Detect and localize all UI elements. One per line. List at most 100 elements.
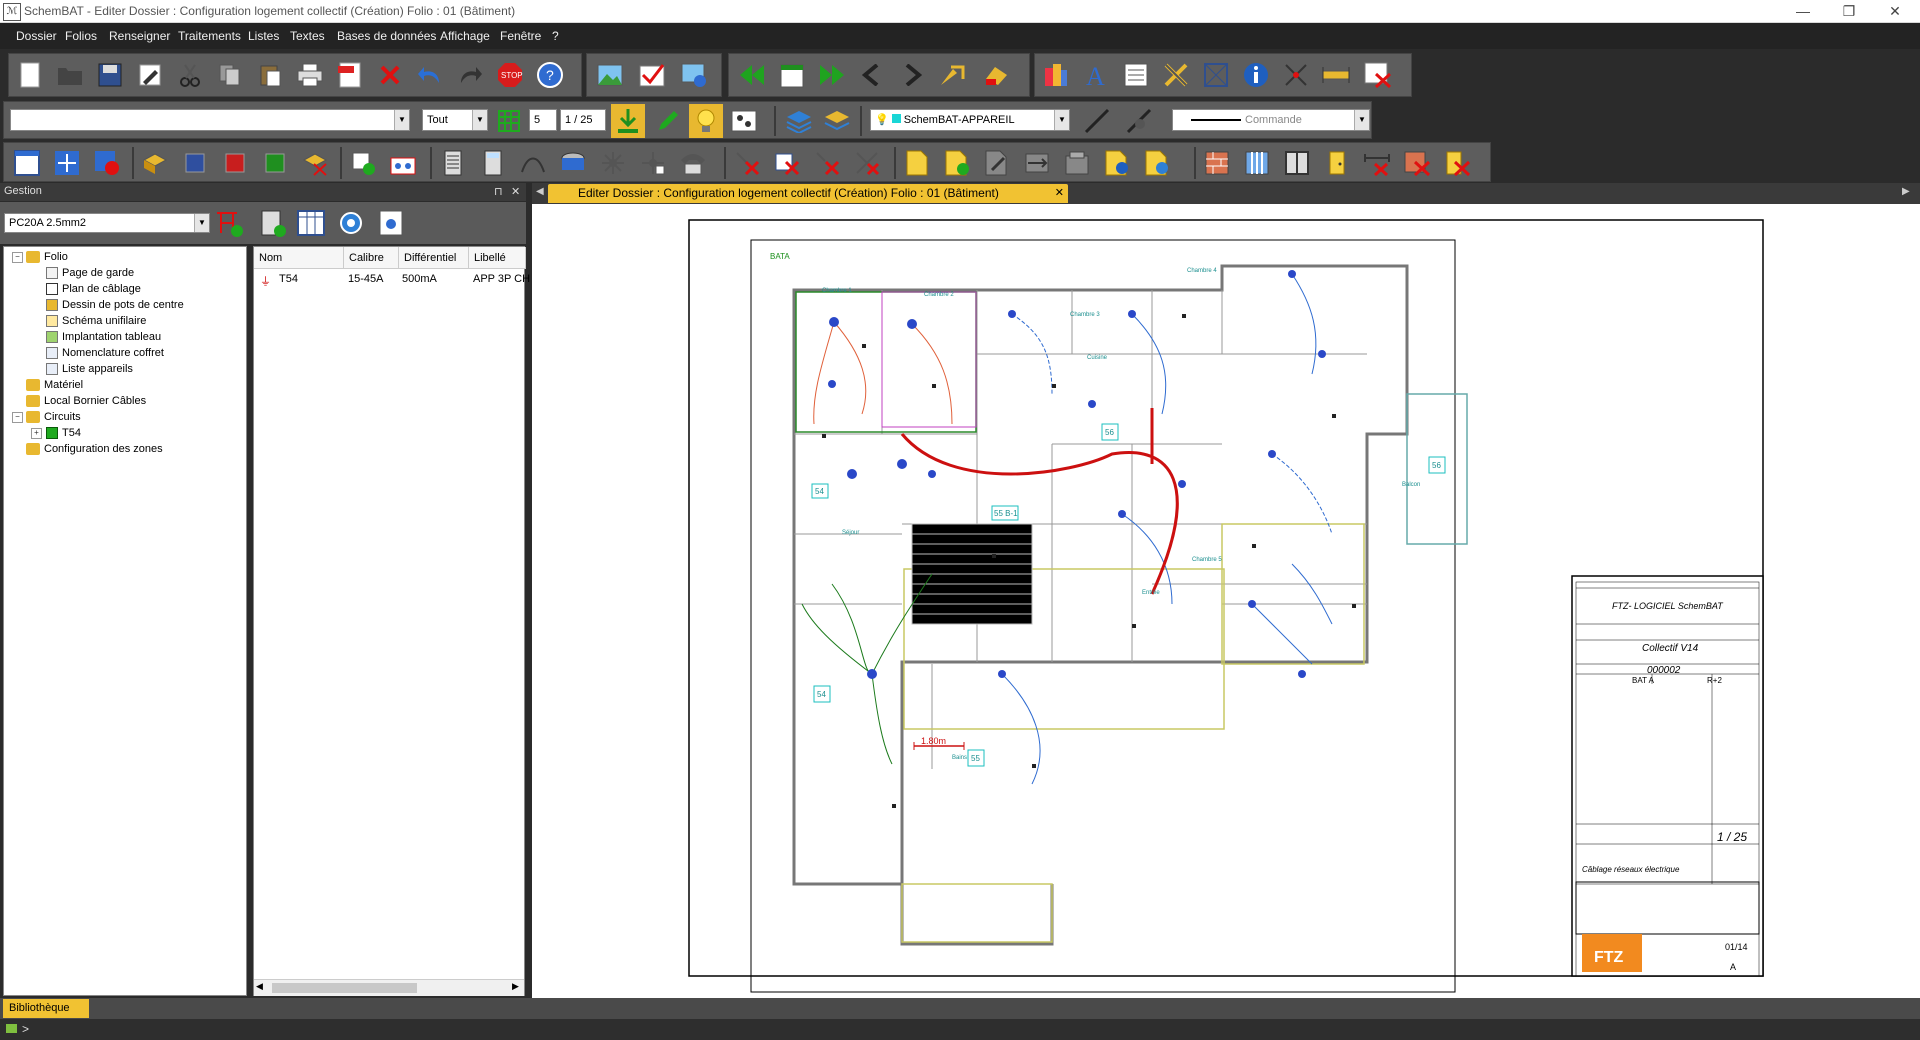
- next-icon[interactable]: [897, 60, 927, 90]
- command-line[interactable]: >: [0, 1019, 1920, 1040]
- text-icon[interactable]: A: [1081, 60, 1111, 90]
- layer-combo[interactable]: 💡 SchemBAT-APPAREIL ▼: [870, 109, 1070, 131]
- cube-green-icon[interactable]: [260, 148, 290, 178]
- add-calculator-icon[interactable]: [258, 208, 288, 238]
- close-button[interactable]: ✕: [1872, 0, 1918, 22]
- document-tab[interactable]: Editer Dossier : Configuration logement …: [548, 184, 1068, 203]
- box-delete-icon[interactable]: [300, 148, 330, 178]
- bulb-icon[interactable]: [689, 104, 723, 138]
- image-icon[interactable]: [595, 60, 625, 90]
- tree-item-plan-de-cablage[interactable]: Plan de câblage: [46, 281, 141, 297]
- property-combo[interactable]: ▼: [10, 109, 410, 131]
- menu-textes[interactable]: Textes: [290, 29, 325, 43]
- tree-collapse-folio[interactable]: −: [12, 252, 23, 263]
- calendar-page-icon[interactable]: [777, 60, 807, 90]
- edit-page-icon[interactable]: [982, 148, 1012, 178]
- cube-blue-icon[interactable]: [180, 148, 210, 178]
- phone-icon[interactable]: [678, 148, 708, 178]
- pencil-icon[interactable]: [653, 106, 683, 136]
- delete-x-icon[interactable]: [812, 148, 842, 178]
- line-icon[interactable]: [1082, 106, 1112, 136]
- window-icon[interactable]: [12, 148, 42, 178]
- paste-icon[interactable]: [255, 60, 285, 90]
- network-tool-icon[interactable]: [638, 148, 668, 178]
- goto-icon[interactable]: [937, 60, 967, 90]
- cross-tool-icon[interactable]: [1281, 60, 1311, 90]
- door-icon[interactable]: [1322, 148, 1352, 178]
- grid-icon[interactable]: [494, 106, 524, 136]
- menu-bases-de-donnees[interactable]: Bases de données: [337, 29, 436, 43]
- page-number-field[interactable]: 5: [529, 109, 557, 131]
- refresh-icon[interactable]: [92, 148, 122, 178]
- pdf-export-icon[interactable]: [335, 60, 365, 90]
- add-circuit-icon[interactable]: [214, 208, 244, 238]
- menu-listes[interactable]: Listes: [248, 29, 279, 43]
- line-style-icon[interactable]: [1124, 106, 1154, 136]
- delete-table-icon[interactable]: [1363, 60, 1393, 90]
- last-page-icon[interactable]: [817, 60, 847, 90]
- scroll-thumb[interactable]: [272, 983, 417, 993]
- minimize-button[interactable]: —: [1780, 0, 1826, 22]
- gears-icon[interactable]: [336, 208, 366, 238]
- tree-item-schema-unifilaire[interactable]: Schéma unifilaire: [46, 313, 146, 329]
- tab-scroll-right-icon[interactable]: ▶: [1902, 186, 1910, 197]
- first-page-icon[interactable]: [737, 60, 767, 90]
- page-settings-icon[interactable]: [1142, 148, 1172, 178]
- cube-red-icon[interactable]: [220, 148, 250, 178]
- horizontal-scrollbar[interactable]: ◀ ▶: [254, 979, 524, 996]
- cable-reel-icon[interactable]: [558, 148, 588, 178]
- delete-links-icon[interactable]: [732, 148, 762, 178]
- redo-icon[interactable]: [455, 60, 485, 90]
- wire-icon[interactable]: [518, 148, 548, 178]
- save-icon[interactable]: [95, 60, 125, 90]
- open-folder-icon[interactable]: [55, 60, 85, 90]
- layers-icon[interactable]: [784, 106, 814, 136]
- columns-icon[interactable]: [1242, 148, 1272, 178]
- window-frame-icon[interactable]: [1282, 148, 1312, 178]
- document-tab-close-button[interactable]: ✕: [1055, 184, 1064, 203]
- tree-item-page-de-garde[interactable]: Page de garde: [46, 265, 134, 281]
- measure-icon[interactable]: [1321, 60, 1351, 90]
- maximize-button[interactable]: ❐: [1826, 0, 1872, 22]
- tree-expand-t54[interactable]: +: [31, 428, 42, 439]
- circuit-add-icon[interactable]: [348, 148, 378, 178]
- menu-traitements[interactable]: Traitements: [178, 29, 241, 43]
- previous-icon[interactable]: [857, 60, 887, 90]
- check-icon[interactable]: [637, 60, 667, 90]
- calculator-icon[interactable]: [478, 148, 508, 178]
- dimension-delete-icon[interactable]: [1362, 148, 1392, 178]
- menu-renseigner[interactable]: Renseigner: [109, 29, 170, 43]
- menu-folios[interactable]: Folios: [65, 29, 97, 43]
- column-header-calibre[interactable]: Calibre: [344, 247, 399, 269]
- grid-select-icon[interactable]: [1201, 60, 1231, 90]
- info-icon[interactable]: [1241, 60, 1271, 90]
- page-move-icon[interactable]: [1022, 148, 1052, 178]
- tree-item-liste-appareils[interactable]: Liste appareils: [46, 361, 133, 377]
- column-header-differentiel[interactable]: Différentiel: [399, 247, 469, 269]
- tree-item-dessin-de-pots[interactable]: Dessin de pots de centre: [46, 297, 184, 313]
- wall-delete-icon[interactable]: [1402, 148, 1432, 178]
- box-icon[interactable]: [140, 148, 170, 178]
- tree-item-implantation-tableau[interactable]: Implantation tableau: [46, 329, 161, 345]
- column-header-libelle[interactable]: Libellé: [469, 247, 526, 269]
- tree-collapse-circuits[interactable]: −: [12, 412, 23, 423]
- tree-item-folio[interactable]: Folio: [26, 249, 68, 265]
- settings-toggle-icon[interactable]: [729, 106, 759, 136]
- new-icon[interactable]: [15, 60, 45, 90]
- scroll-right-icon[interactable]: ▶: [512, 981, 519, 992]
- tree-item-local-bornier[interactable]: Local Bornier Câbles: [26, 393, 146, 409]
- door-delete-icon[interactable]: [1442, 148, 1472, 178]
- tab-scroll-left-icon[interactable]: ◀: [536, 186, 544, 197]
- page-stack-icon[interactable]: [1062, 148, 1092, 178]
- new-page-icon[interactable]: [902, 148, 932, 178]
- stop-icon[interactable]: STOP: [495, 60, 525, 90]
- tools-icon[interactable]: [1161, 60, 1191, 90]
- cut-icon[interactable]: [175, 60, 205, 90]
- image-info-icon[interactable]: [679, 60, 709, 90]
- circuit-link-icon[interactable]: [388, 148, 418, 178]
- menu-help[interactable]: ?: [552, 29, 559, 43]
- brick-wall-icon[interactable]: [1202, 148, 1232, 178]
- move-icon[interactable]: [52, 148, 82, 178]
- panel-info-icon[interactable]: [376, 208, 406, 238]
- delete-icon[interactable]: [375, 60, 405, 90]
